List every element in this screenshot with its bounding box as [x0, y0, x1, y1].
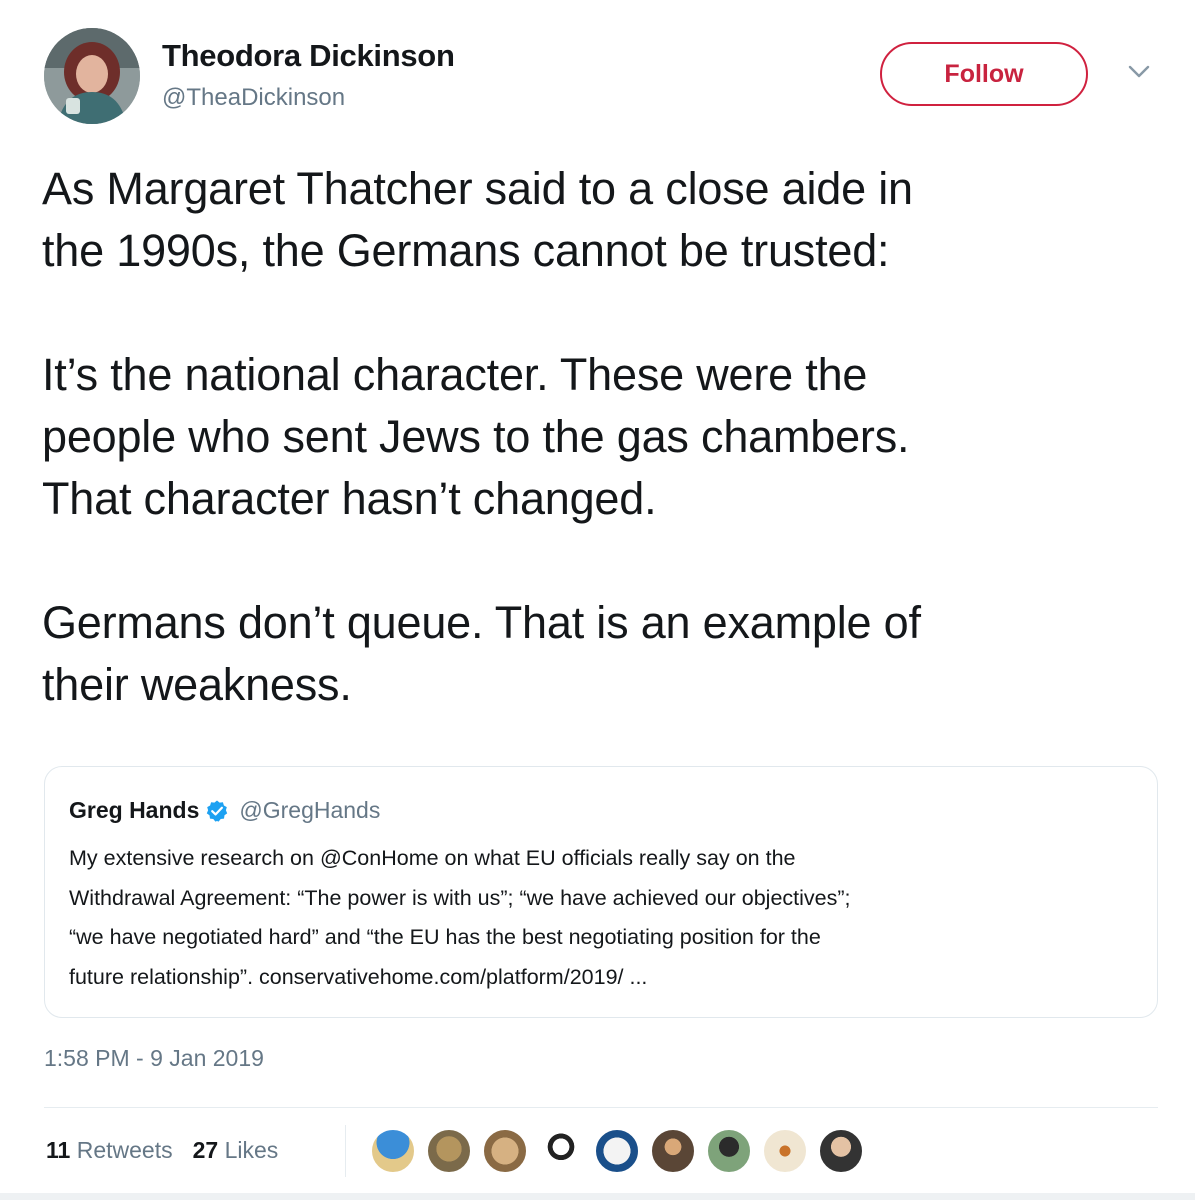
retweets-label: Retweets	[76, 1137, 173, 1163]
retweets-count: 11	[46, 1137, 71, 1163]
author-handle[interactable]: @TheaDickinson	[162, 84, 345, 112]
liker-avatar[interactable]	[482, 1128, 528, 1174]
quoted-tweet-text: My extensive research on @ConHome on wha…	[69, 839, 1129, 997]
liker-avatar[interactable]	[594, 1128, 640, 1174]
tweet-card: Theodora Dickinson @TheaDickinson Follow…	[0, 0, 1195, 1200]
liker-avatar[interactable]	[650, 1128, 696, 1174]
liker-avatar[interactable]	[370, 1128, 416, 1174]
tweet-text-line: It’s the national character. These were …	[42, 349, 868, 400]
tweet-text: As Margaret Thatcher said to a close aid…	[42, 158, 1162, 716]
follow-button[interactable]: Follow	[880, 42, 1088, 106]
quoted-text-line: “we have negotiated hard” and “the EU ha…	[69, 925, 821, 949]
liker-avatar[interactable]	[538, 1128, 584, 1174]
tweet-stats: 11 Retweets 27 Likes	[46, 1137, 298, 1164]
likes-stat[interactable]: 27 Likes	[193, 1137, 279, 1164]
stats-separator	[345, 1125, 346, 1177]
quoted-tweet-header: Greg Hands @GregHands	[69, 797, 380, 824]
likes-count: 27	[192, 1137, 219, 1163]
tweet-text-line: That character hasn’t changed.	[42, 473, 657, 524]
chevron-down-icon[interactable]	[1126, 62, 1152, 82]
verified-badge-icon	[207, 800, 228, 822]
liker-avatar[interactable]	[818, 1128, 864, 1174]
quoted-tweet[interactable]: Greg Hands @GregHands My extensive resea…	[44, 766, 1158, 1018]
liker-avatar[interactable]	[426, 1128, 472, 1174]
liker-avatar[interactable]	[762, 1128, 808, 1174]
tweet-timestamp[interactable]: 1:58 PM - 9 Jan 2019	[44, 1045, 264, 1072]
quoted-text-line: future relationship”. conservativehome.c…	[69, 964, 648, 989]
retweets-stat[interactable]: 11 Retweets	[46, 1137, 173, 1164]
author-avatar[interactable]	[44, 28, 140, 124]
tweet-text-line: their weakness.	[42, 659, 352, 710]
quoted-author-handle: @GregHands	[239, 797, 381, 823]
tweet-text-line: Germans don’t queue. That is an example …	[42, 597, 921, 648]
tweet-text-line: the 1990s, the Germans cannot be trusted…	[42, 225, 890, 276]
quoted-text-line: Withdrawal Agreement: “The power is with…	[69, 885, 851, 910]
divider	[44, 1107, 1158, 1108]
quoted-text-line: My extensive research on @ConHome on wha…	[69, 846, 796, 870]
author-display-name[interactable]: Theodora Dickinson	[162, 38, 455, 74]
likes-label: Likes	[224, 1137, 279, 1163]
tweet-text-line: As Margaret Thatcher said to a close aid…	[42, 163, 913, 214]
liker-avatar[interactable]	[706, 1128, 752, 1174]
quoted-author-name: Greg Hands	[69, 797, 200, 823]
bottom-border	[0, 1193, 1195, 1200]
tweet-text-line: people who sent Jews to the gas chambers…	[42, 411, 910, 462]
